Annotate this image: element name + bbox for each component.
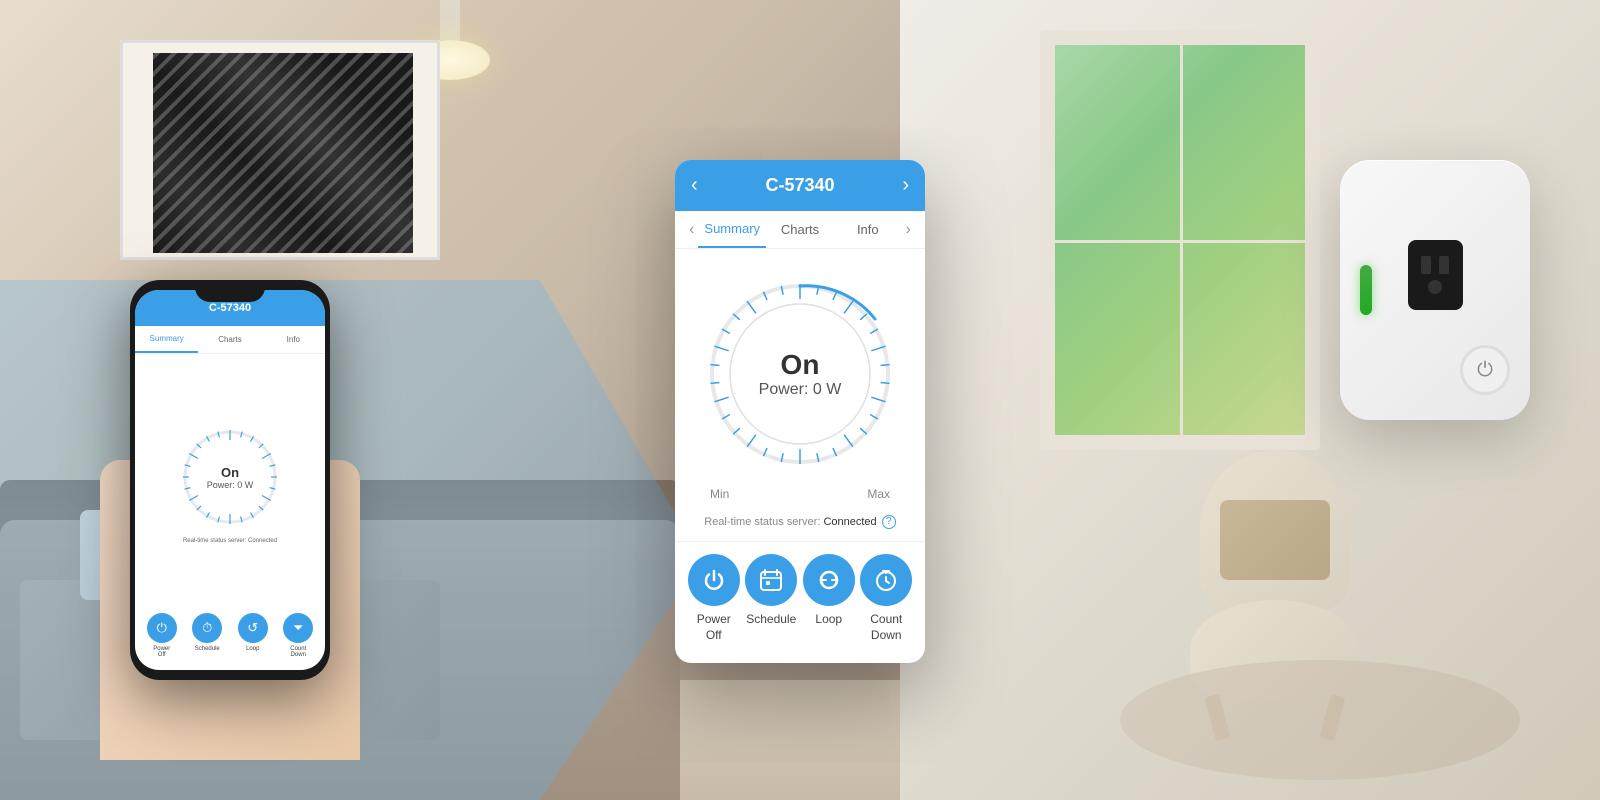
loop-icon	[803, 554, 855, 606]
gauge-text: On Power: 0 W	[759, 349, 842, 399]
schedule-label: Schedule	[746, 612, 796, 628]
mini-power-label: Power: 0 W	[207, 480, 254, 490]
btn-loop[interactable]: Loop	[803, 554, 855, 643]
plug-body: ⏻	[1340, 160, 1530, 420]
plug-socket	[1408, 240, 1463, 310]
app-back-button[interactable]: ‹	[691, 174, 715, 197]
chair-pillow	[1220, 500, 1330, 580]
phone-notch	[195, 280, 265, 302]
mini-loop-label: Loop	[246, 646, 259, 652]
app-title: C-57340	[715, 175, 885, 196]
mini-tab-charts: Charts	[198, 326, 261, 353]
plug-slot-left	[1421, 256, 1431, 274]
mini-btn-power-off[interactable]: ⏻ PowerOff	[147, 613, 177, 658]
ceiling-rod	[440, 0, 460, 40]
mini-gauge-text: On Power: 0 W	[207, 465, 254, 490]
tab-right-arrow[interactable]: ›	[902, 213, 915, 247]
mini-status-on: On	[207, 465, 254, 480]
mini-btn-schedule[interactable]: ⏱ Schedule	[192, 613, 222, 658]
mini-action-buttons: ⏻ PowerOff ⏱ Schedule ↺ Loop ⏷ CountDown	[135, 607, 325, 664]
hand-with-phone: C-57340 Summary Charts Info	[100, 280, 360, 760]
gauge-max-label: Max	[867, 487, 890, 501]
power-off-label: PowerOff	[697, 612, 731, 643]
plug-power-button[interactable]: ⏻	[1460, 345, 1510, 395]
mini-btn-countdown[interactable]: ⏷ CountDown	[283, 613, 313, 658]
schedule-icon	[745, 554, 797, 606]
smart-plug: ⏻	[1340, 160, 1540, 440]
btn-schedule[interactable]: Schedule	[745, 554, 797, 643]
app-header: ‹ C-57340 ›	[675, 160, 925, 211]
plug-outlet	[1408, 240, 1463, 310]
window	[1040, 30, 1320, 450]
tab-charts[interactable]: Charts	[766, 212, 834, 247]
phone-screen: C-57340 Summary Charts Info	[135, 290, 325, 670]
app-gauge-area: On Power: 0 W Min Max	[675, 249, 925, 511]
mini-tab-summary: Summary	[135, 326, 198, 353]
mini-loop-icon: ↺	[238, 613, 268, 643]
device-status: On	[759, 349, 842, 381]
mini-gauge: On Power: 0 W	[175, 422, 285, 532]
power-gauge: On Power: 0 W	[695, 269, 905, 479]
countdown-icon	[860, 554, 912, 606]
mini-tabs: Summary Charts Info	[135, 326, 325, 354]
mini-power-off-icon: ⏻	[147, 613, 177, 643]
mini-realtime-status: Real-time status server: Connected	[183, 538, 277, 544]
info-icon[interactable]: ?	[882, 515, 896, 529]
wall-painting	[120, 40, 440, 260]
painting-artwork	[153, 53, 413, 253]
small-phone: C-57340 Summary Charts Info	[130, 280, 330, 680]
gauge-min-label: Min	[710, 487, 729, 501]
plug-ground	[1428, 280, 1442, 294]
loop-label: Loop	[815, 612, 842, 628]
realtime-status: Real-time status server: Connected ?	[675, 511, 925, 541]
window-frame-v	[1180, 45, 1183, 435]
countdown-label: CountDown	[870, 612, 902, 643]
btn-power-off[interactable]: PowerOff	[688, 554, 740, 643]
mini-schedule-icon: ⏱	[192, 613, 222, 643]
mini-btn-loop[interactable]: ↺ Loop	[238, 613, 268, 658]
tab-info[interactable]: Info	[834, 212, 902, 247]
action-buttons: PowerOff Schedule	[675, 541, 925, 663]
mini-app: C-57340 Summary Charts Info	[135, 290, 325, 670]
plug-indicator-light	[1360, 265, 1372, 315]
tab-summary[interactable]: Summary	[698, 211, 766, 248]
tab-left-arrow[interactable]: ‹	[685, 213, 698, 247]
gauge-labels: Min Max	[710, 487, 890, 501]
mini-countdown-label: CountDown	[290, 646, 306, 658]
app-modal: ‹ C-57340 › ‹ Summary Charts Info ›	[675, 160, 925, 663]
btn-countdown[interactable]: CountDown	[860, 554, 912, 643]
power-off-icon	[688, 554, 740, 606]
mini-schedule-label: Schedule	[195, 646, 220, 652]
mini-power-off-label: PowerOff	[153, 646, 170, 658]
mini-tab-info: Info	[262, 326, 325, 353]
power-reading: Power: 0 W	[759, 381, 842, 399]
app-tabs: ‹ Summary Charts Info ›	[675, 211, 925, 249]
app-forward-button[interactable]: ›	[885, 174, 909, 197]
mini-countdown-icon: ⏷	[283, 613, 313, 643]
plug-slot-right	[1439, 256, 1449, 274]
connection-status: Connected	[823, 516, 876, 528]
mini-gauge-area: On Power: 0 W Real-time status server: C…	[135, 354, 325, 607]
rug	[1120, 660, 1520, 780]
